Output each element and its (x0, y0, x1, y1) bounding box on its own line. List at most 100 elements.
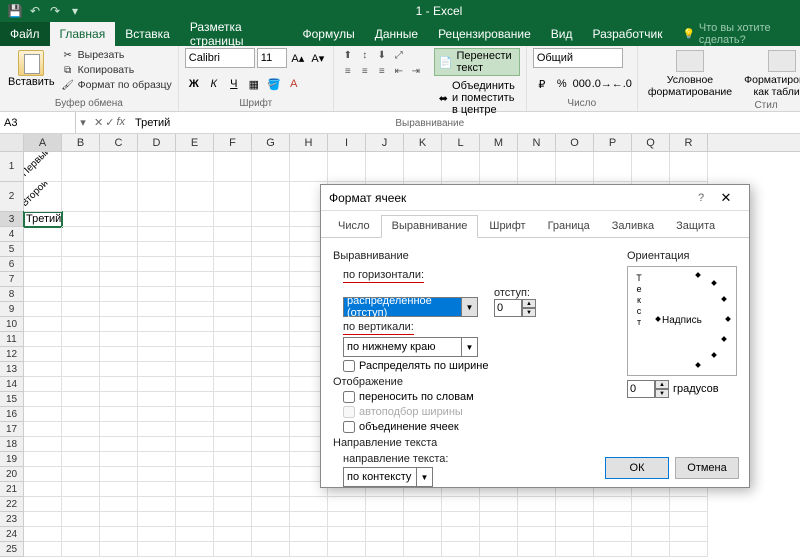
cell[interactable] (556, 527, 594, 542)
cell[interactable] (252, 227, 290, 242)
copy-button[interactable]: ⧉Копировать (61, 63, 172, 77)
cell[interactable] (100, 347, 138, 362)
cell[interactable] (138, 377, 176, 392)
cell[interactable] (214, 152, 252, 182)
cell[interactable] (138, 527, 176, 542)
cell[interactable] (62, 347, 100, 362)
distribute-checkbox[interactable]: Распределять по ширине (343, 360, 611, 372)
cell[interactable] (24, 437, 62, 452)
cell[interactable] (290, 542, 328, 557)
cell[interactable] (62, 272, 100, 287)
cell[interactable] (442, 542, 480, 557)
cell[interactable] (214, 272, 252, 287)
align-left-icon[interactable]: ≡ (340, 64, 356, 78)
cell[interactable] (214, 512, 252, 527)
cell[interactable] (214, 437, 252, 452)
cell[interactable] (62, 257, 100, 272)
tab-file[interactable]: Файл (0, 22, 50, 46)
redo-icon[interactable]: ↷ (46, 2, 64, 20)
ok-button[interactable]: ОК (605, 457, 669, 479)
row-header[interactable]: 21 (0, 482, 24, 497)
cell[interactable] (100, 332, 138, 347)
cell[interactable] (62, 152, 100, 182)
cell[interactable] (252, 482, 290, 497)
cell[interactable] (176, 542, 214, 557)
row-header[interactable]: 25 (0, 542, 24, 557)
cell[interactable] (100, 242, 138, 257)
cell[interactable] (176, 377, 214, 392)
cell[interactable] (214, 452, 252, 467)
row-header[interactable]: 18 (0, 437, 24, 452)
cell[interactable] (176, 302, 214, 317)
col-header[interactable]: F (214, 134, 252, 151)
cell[interactable] (214, 392, 252, 407)
dialog-help-button[interactable]: ? (691, 192, 711, 204)
cell[interactable] (366, 527, 404, 542)
cell[interactable] (594, 152, 632, 182)
cell[interactable] (24, 482, 62, 497)
wrap-text-checkbox[interactable]: переносить по словам (343, 391, 611, 403)
dlg-tab-font[interactable]: Шрифт (478, 215, 536, 237)
cell[interactable] (138, 332, 176, 347)
increase-decimal-icon[interactable]: .0→ (593, 75, 611, 93)
border-button[interactable]: ▦ (245, 75, 263, 93)
cell[interactable] (176, 452, 214, 467)
row-header[interactable]: 15 (0, 392, 24, 407)
cell[interactable] (138, 317, 176, 332)
cell[interactable] (214, 407, 252, 422)
degrees-spinner[interactable]: ▲▼ (627, 380, 669, 398)
cell[interactable] (100, 437, 138, 452)
cell[interactable] (62, 212, 100, 227)
cell[interactable] (252, 287, 290, 302)
cell[interactable] (556, 152, 594, 182)
cell[interactable] (100, 467, 138, 482)
cell[interactable] (328, 542, 366, 557)
cell[interactable] (518, 542, 556, 557)
indent-input[interactable] (494, 299, 522, 317)
row-header[interactable]: 2 (0, 182, 24, 212)
cell[interactable] (24, 302, 62, 317)
col-header[interactable]: J (366, 134, 404, 151)
row-header[interactable]: 6 (0, 257, 24, 272)
spin-down-icon[interactable]: ▼ (655, 389, 669, 398)
cell[interactable] (24, 392, 62, 407)
cell[interactable] (100, 407, 138, 422)
cell[interactable] (62, 437, 100, 452)
percent-icon[interactable]: % (553, 75, 571, 93)
decrease-decimal-icon[interactable]: ←.0 (613, 75, 631, 93)
col-header[interactable]: B (62, 134, 100, 151)
col-header[interactable]: N (518, 134, 556, 151)
cell[interactable] (138, 227, 176, 242)
cell[interactable] (100, 212, 138, 227)
tell-me[interactable]: Что вы хотите сделать? (672, 22, 800, 46)
cell[interactable] (176, 422, 214, 437)
row-header[interactable]: 23 (0, 512, 24, 527)
cell[interactable] (100, 152, 138, 182)
col-header[interactable]: L (442, 134, 480, 151)
cell[interactable] (100, 422, 138, 437)
cell[interactable] (252, 212, 290, 227)
cell[interactable] (252, 362, 290, 377)
cell[interactable] (138, 422, 176, 437)
fx-icon[interactable]: fx (116, 116, 125, 129)
cell[interactable] (176, 227, 214, 242)
row-header[interactable]: 1 (0, 152, 24, 182)
cell[interactable] (670, 542, 708, 557)
cell[interactable] (442, 527, 480, 542)
cell[interactable] (24, 407, 62, 422)
row-header[interactable]: 24 (0, 527, 24, 542)
cell[interactable] (24, 227, 62, 242)
cell[interactable]: Второй (24, 182, 62, 212)
cell[interactable] (138, 437, 176, 452)
row-header[interactable]: 10 (0, 317, 24, 332)
cell[interactable] (176, 527, 214, 542)
cell[interactable] (100, 182, 138, 212)
horizontal-align-combo[interactable]: распределенное (отступ) ▼ (343, 297, 478, 317)
cell[interactable] (176, 362, 214, 377)
cell[interactable] (328, 152, 366, 182)
cell[interactable] (366, 152, 404, 182)
cell[interactable] (404, 527, 442, 542)
cell[interactable] (24, 467, 62, 482)
cell[interactable] (138, 407, 176, 422)
cell[interactable] (138, 257, 176, 272)
